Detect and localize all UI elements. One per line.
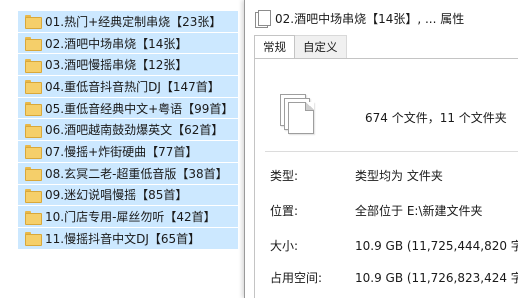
- file-name: 01.热门+经典定制串烧【23张】: [45, 14, 222, 29]
- folder-icon: [25, 145, 42, 160]
- location-label: 位置:: [270, 204, 299, 218]
- multiple-files-icon: [255, 10, 271, 28]
- list-item[interactable]: 05.重低音经典中文+粤语【99首】: [18, 96, 238, 119]
- properties-dialog: 02.酒吧中场串烧【14张】, ... 属性 常规 自定义 674 个文件，11…: [244, 0, 518, 298]
- folder-icon: [25, 123, 42, 138]
- size-label: 大小:: [270, 239, 299, 253]
- file-name: 08.玄冥二老-超重低音版【38首】: [45, 166, 228, 181]
- size-on-disk-label: 占用空间:: [270, 271, 323, 285]
- folder-icon: [25, 210, 42, 225]
- list-item[interactable]: 09.迷幻说唱慢摇【85首】: [18, 183, 238, 206]
- size-value: 10.9 GB (11,725,444,820 字节): [355, 239, 518, 253]
- general-panel: 674 个文件，11 个文件夹 类型: 类型均为 文件夹 位置: 全部位于 E:…: [254, 58, 518, 298]
- folder-icon: [25, 15, 42, 30]
- type-value: 类型均为 文件夹: [355, 169, 443, 183]
- size-on-disk-value: 10.9 GB (11,726,823,424 字节): [355, 271, 518, 285]
- list-item[interactable]: 08.玄冥二老-超重低音版【38首】: [18, 161, 238, 184]
- location-value: 全部位于 E:\新建文件夹: [355, 204, 483, 218]
- list-item[interactable]: 04.重低音抖音热门DJ【147首】: [18, 75, 238, 97]
- file-name: 11.慢摇抖音中文DJ【65首】: [45, 231, 201, 246]
- file-name: 06.酒吧越南鼓劲爆英文【62首】: [45, 123, 224, 138]
- folder-icon: [25, 102, 42, 117]
- multiple-files-icon: [280, 94, 314, 134]
- title-bar[interactable]: 02.酒吧中场串烧【14张】, ... 属性: [245, 0, 518, 36]
- file-name: 02.酒吧中场串烧【14张】: [45, 36, 188, 51]
- file-name: 03.酒吧慢摇串烧【12张】: [45, 58, 188, 73]
- file-name: 05.重低音经典中文+粤语【99首】: [45, 101, 234, 116]
- tab-general[interactable]: 常规: [254, 35, 295, 59]
- file-name: 04.重低音抖音热门DJ【147首】: [45, 79, 220, 94]
- list-item[interactable]: 07.慢摇+炸街硬曲【77首】: [18, 140, 238, 162]
- list-item[interactable]: 10.门店专用-犀丝勿听【42首】: [18, 205, 238, 227]
- type-label: 类型:: [270, 169, 299, 183]
- list-item[interactable]: 01.热门+经典定制串烧【23张】: [18, 10, 238, 32]
- list-item[interactable]: 03.酒吧慢摇串烧【12张】: [18, 53, 238, 76]
- list-item[interactable]: 06.酒吧越南鼓劲爆英文【62首】: [18, 118, 238, 141]
- folder-icon: [25, 58, 42, 73]
- file-name: 10.门店专用-犀丝勿听【42首】: [45, 210, 216, 225]
- folder-icon: [25, 188, 42, 203]
- file-name: 07.慢摇+炸街硬曲【77首】: [45, 144, 198, 159]
- divider: [265, 151, 518, 152]
- file-list: 01.热门+经典定制串烧【23张】 02.酒吧中场串烧【14张】 03.酒吧慢摇…: [18, 10, 278, 249]
- tab-custom[interactable]: 自定义: [294, 35, 347, 58]
- file-name: 09.迷幻说唱慢摇【85首】: [45, 188, 188, 203]
- dialog-title: 02.酒吧中场串烧【14张】, ... 属性: [275, 11, 465, 26]
- file-count-summary: 674 个文件，11 个文件夹: [365, 111, 507, 125]
- list-item[interactable]: 11.慢摇抖音中文DJ【65首】: [18, 226, 238, 249]
- folder-icon: [25, 167, 42, 182]
- folder-icon: [25, 232, 42, 247]
- tab-bar: 常规 自定义: [254, 35, 518, 59]
- folder-icon: [25, 80, 42, 95]
- list-item[interactable]: 02.酒吧中场串烧【14张】: [18, 31, 238, 54]
- folder-icon: [25, 37, 42, 52]
